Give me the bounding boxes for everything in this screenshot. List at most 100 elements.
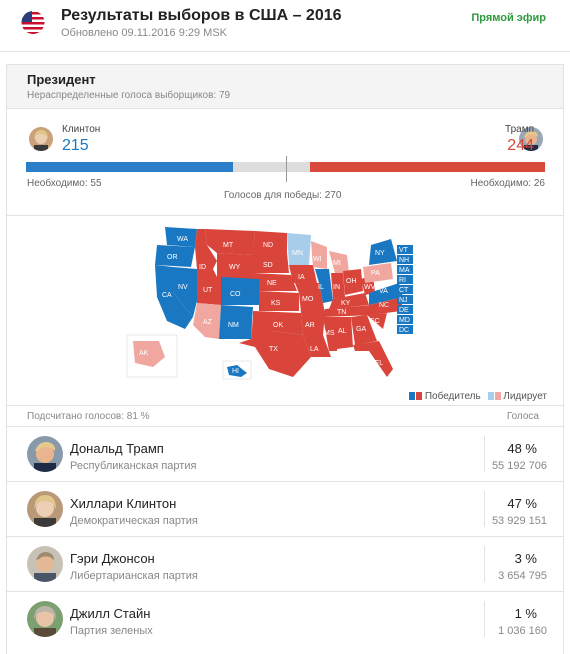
legend-leading-label: Лидирует [503,391,547,402]
label-AL: AL [338,328,347,335]
trump-votes: 244 [507,137,534,154]
legend-rep-lead-swatch [494,392,501,400]
candidate-party: Партия зеленых [70,625,153,637]
clinton-bar [26,162,233,172]
row-divider [484,491,485,527]
label-WA: WA [177,236,188,243]
president-card: Президент Нераспределенные голоса выборщ… [6,64,564,654]
label-UT: UT [203,287,213,294]
state-FL [353,341,393,377]
label-AK: AK [139,350,149,357]
candidate-percent: 48 % [507,441,537,456]
label-HI: HI [232,368,239,375]
candidate-row-johnson[interactable]: Гэри Джонсон Либертарианская партия 3 % … [7,536,563,591]
candidate-name: Хиллари Клинтон [70,496,177,511]
label-CA: CA [162,292,172,299]
label-MI: MI [333,260,341,267]
legend-winner-label: Победитель [424,391,481,402]
clinton-avatar [29,127,53,151]
label-NV: NV [178,284,188,291]
legend-dem-lead-swatch [487,392,494,400]
label-IA: IA [298,274,305,281]
map-legend: Победитель Лидирует [409,391,547,402]
updated-timestamp: Обновлено 09.11.2016 9:29 MSK [61,27,228,39]
candidate-percent: 1 % [514,606,537,621]
label-KS: KS [271,300,281,307]
label-WY: WY [229,264,241,271]
clinton-photo [27,491,63,527]
label-GA: GA [356,326,366,333]
label-NC: NC [379,302,389,309]
state-MN [287,233,311,265]
candidate-votes: 53 929 151 [491,515,547,527]
trump-bar [310,162,545,172]
label-OK: OK [273,322,283,329]
candidate-party: Либертарианская партия [70,570,198,582]
state-AK [133,341,165,367]
candidate-party: Республиканская партия [70,460,197,472]
candidate-votes: 1 036 160 [498,625,547,637]
candidate-name: Дональд Трамп [70,441,164,456]
label-CO: CO [230,291,241,298]
label-RI: RI [399,277,406,284]
electoral-bar [26,156,545,182]
label-MO: MO [302,296,314,303]
candidate-name: Гэри Джонсон [70,551,155,566]
label-NE: NE [267,280,277,287]
stein-photo [27,601,63,637]
president-header: Президент Нераспределенные голоса выборщ… [7,65,563,109]
label-MD: MD [399,317,410,324]
trump-needed: Необходимо: 26 [470,178,545,189]
legend-rep-swatch [416,392,423,400]
win-threshold-marker [286,156,287,182]
label-IN: IN [333,284,340,291]
label-OR: OR [167,254,178,261]
president-title: Президент [27,72,96,87]
label-MN: MN [292,250,303,257]
label-SC: SC [370,318,380,325]
candidate-list: Дональд Трамп Республиканская партия 48 … [7,426,563,646]
electoral-score: Клинтон 215 Трамп 244 Необходимо: 55 Нео… [7,110,563,216]
label-FL: FL [375,360,383,367]
label-ID: ID [199,264,206,271]
us-election-map[interactable]: WA OR CA NV ID MT WY UT CO AZ NM ND SD N… [7,217,563,387]
trump-photo [27,436,63,472]
label-WI: WI [313,256,322,263]
votes-column-header: Голоса [506,411,539,422]
legend-dem-swatch [409,392,416,400]
label-DE: DE [399,307,409,314]
label-VA: VA [379,288,388,295]
clinton-votes: 215 [62,137,89,154]
row-divider [484,546,485,582]
candidate-row-trump[interactable]: Дональд Трамп Республиканская партия 48 … [7,426,563,481]
page-title: Результаты выборов в США – 2016 [61,7,342,24]
label-CT: CT [399,287,409,294]
state-WI [311,241,327,269]
label-NY: NY [375,250,385,257]
undistributed-votes: Нераспределенные голоса выборщиков: 79 [27,90,231,101]
label-KY: KY [341,300,351,307]
live-link[interactable]: Прямой эфир [471,12,546,24]
label-MS: MS [324,330,335,337]
label-TN: TN [337,309,346,316]
usa-flag-icon [21,11,45,34]
candidate-party: Демократическая партия [70,515,198,527]
label-MA: MA [399,267,410,274]
label-NH: NH [399,257,409,264]
label-PA: PA [371,270,380,277]
candidate-votes: 55 192 706 [491,460,547,472]
label-ND: ND [263,242,273,249]
label-DC: DC [399,327,409,334]
label-TX: TX [269,346,278,353]
label-VT: VT [399,247,409,254]
label-SD: SD [263,262,273,269]
northeast-small-states: VT NH MA RI CT NJ DE MD DC [397,245,413,334]
candidate-row-stein[interactable]: Джилл Стайн Партия зеленых 1 % 1 036 160 [7,591,563,646]
label-LA: LA [310,346,319,353]
candidate-votes: 3 654 795 [498,570,547,582]
us-map-section: WA OR CA NV ID MT WY UT CO AZ NM ND SD N… [7,217,563,406]
trump-label: Трамп [505,124,534,135]
row-divider [484,436,485,472]
candidate-row-clinton[interactable]: Хиллари Клинтон Демократическая партия 4… [7,481,563,536]
page-header: Результаты выборов в США – 2016 Обновлен… [0,0,570,52]
